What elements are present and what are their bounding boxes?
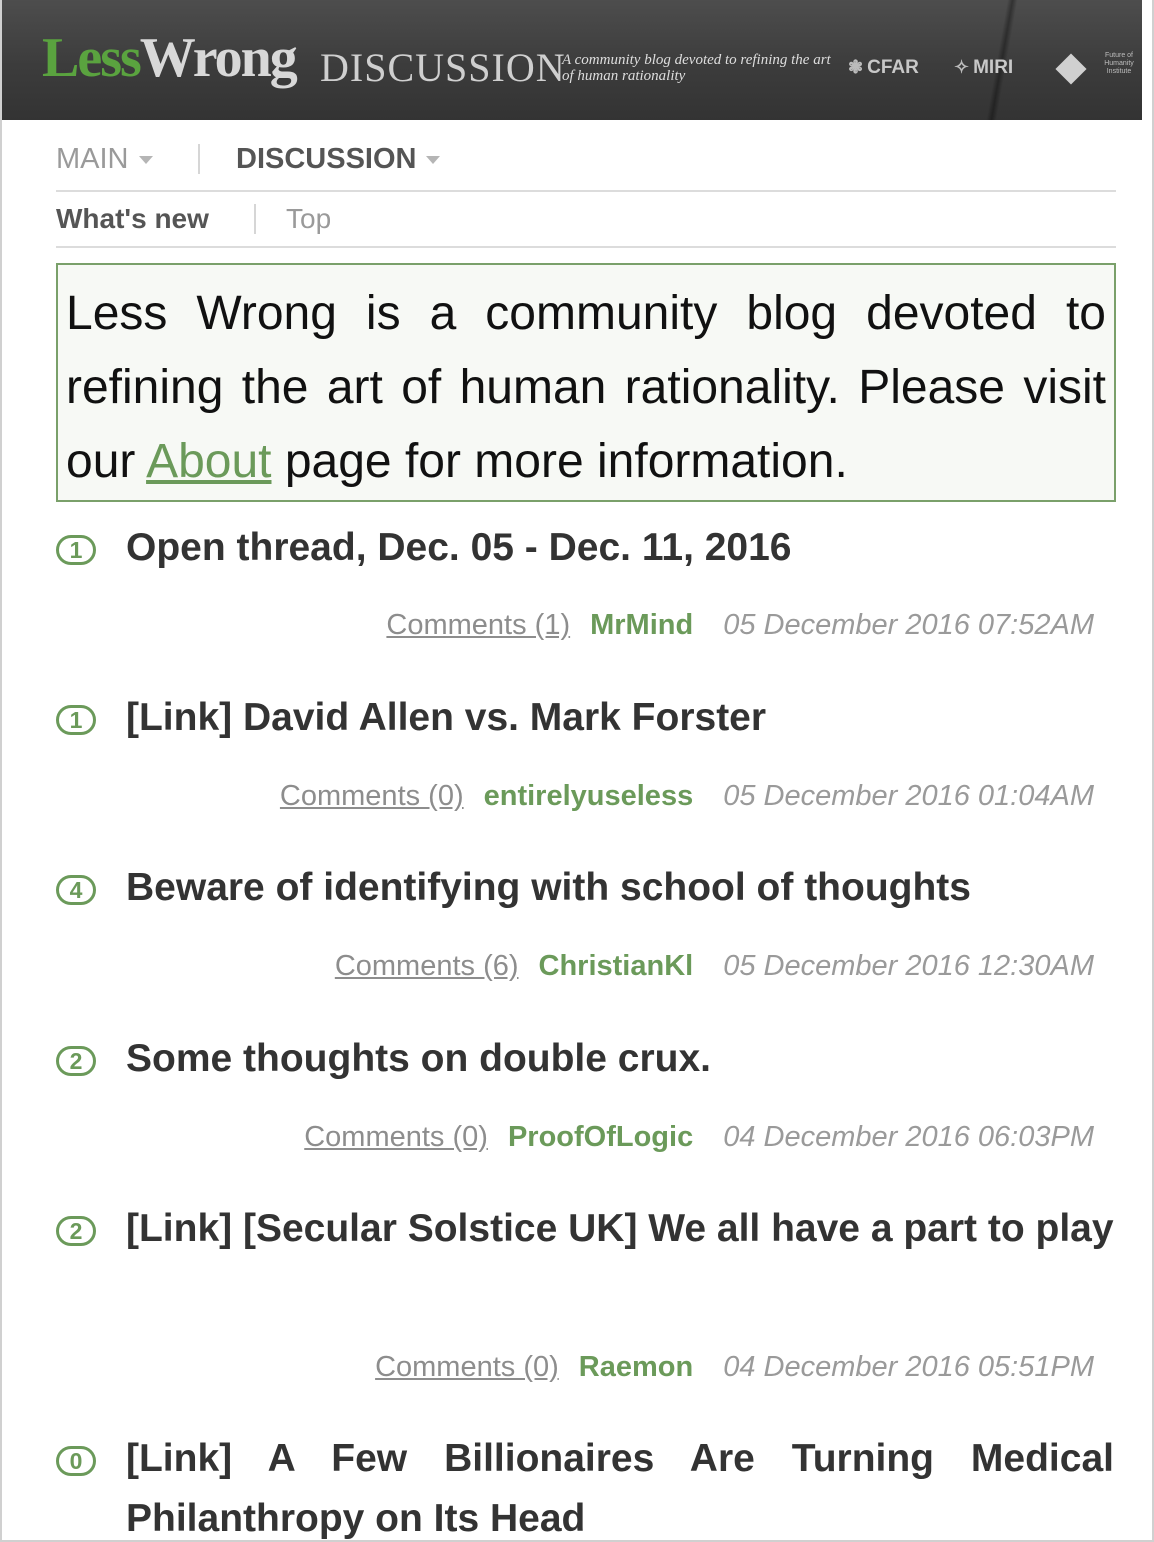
- nav-main[interactable]: MAIN: [56, 144, 153, 174]
- score-badge: 1: [56, 535, 96, 565]
- post-title[interactable]: [Link] A Few Billionaires Are Turning Me…: [126, 1429, 1114, 1542]
- logo-less: Less: [42, 27, 142, 89]
- post-date: 05 December 2016 12:30AM: [723, 950, 1094, 982]
- comments-link[interactable]: Comments (0): [304, 1121, 488, 1153]
- site-tagline: A community blog devoted to refining the…: [562, 52, 831, 84]
- nav-main-label: MAIN: [56, 143, 129, 175]
- post-item: 2 [Link] [Secular Solstice UK] We all ha…: [56, 1199, 1116, 1399]
- post-item: 2 Some thoughts on double crux. Comments…: [56, 1029, 1116, 1159]
- nav-discussion-label: DISCUSSION: [236, 143, 417, 175]
- post-title[interactable]: [Link] David Allen vs. Mark Forster: [126, 688, 1114, 748]
- comments-link[interactable]: Comments (6): [335, 950, 519, 982]
- author-link[interactable]: MrMind: [590, 609, 693, 641]
- primary-nav: MAIN DISCUSSION: [56, 140, 1116, 192]
- post-meta: Comments (1) MrMind 05 December 2016 07:52…: [386, 610, 1094, 640]
- chevron-down-icon: [138, 156, 153, 165]
- author-link[interactable]: ProofOfLogic: [508, 1121, 693, 1153]
- post-item: 4 Beware of identifying with school of t…: [56, 858, 1116, 988]
- comments-link[interactable]: Comments (0): [280, 780, 464, 812]
- score-badge: 4: [56, 875, 96, 905]
- post-date: 04 December 2016 06:03PM: [723, 1121, 1094, 1153]
- fhi-link[interactable]: Future of Humanity Institute: [1054, 50, 1142, 90]
- site-logo[interactable]: LessWrong: [42, 27, 298, 89]
- post-title[interactable]: [Link] [Secular Solstice UK] We all have…: [126, 1199, 1114, 1259]
- score-badge: 1: [56, 705, 96, 735]
- nav-discussion[interactable]: DISCUSSION: [236, 143, 441, 175]
- cfar-link[interactable]: ❃ CFAR: [848, 58, 919, 77]
- score-badge: 0: [56, 1446, 96, 1476]
- section-title: DISCUSSION: [320, 45, 566, 90]
- comments-link[interactable]: Comments (0): [375, 1351, 559, 1383]
- author-link[interactable]: entirelyuseless: [484, 780, 694, 812]
- post-meta: Comments (0) ProofOfLogic 04 December 2016…: [304, 1122, 1094, 1152]
- post-date: 05 December 2016 07:52AM: [723, 609, 1094, 641]
- fhi-diamond-icon: [1055, 53, 1087, 85]
- intro-box: Less Wrong is a community blog devoted t…: [56, 263, 1116, 502]
- intro-text-after: page for more information.: [271, 435, 848, 488]
- secondary-nav: What's new Top: [56, 190, 1116, 248]
- miri-icon: ✧: [954, 57, 970, 77]
- site-header: LessWrong DISCUSSION A community blog de…: [2, 0, 1142, 120]
- miri-label: MIRI: [973, 57, 1014, 78]
- post-title[interactable]: Open thread, Dec. 05 - Dec. 11, 2016: [126, 518, 1114, 578]
- nav-divider: [254, 204, 256, 234]
- post-date: 05 December 2016 01:04AM: [723, 780, 1094, 812]
- post-meta: Comments (6) ChristianKl 05 December 2016 …: [335, 951, 1094, 981]
- post-item: 1 Open thread, Dec. 05 - Dec. 11, 2016 C…: [56, 518, 1116, 648]
- score-badge: 2: [56, 1046, 96, 1076]
- about-link[interactable]: About: [146, 435, 271, 488]
- post-item: 0 [Link] A Few Billionaires Are Turning …: [56, 1429, 1116, 1542]
- cfar-label: CFAR: [867, 57, 919, 78]
- nav-divider: [198, 144, 200, 174]
- post-meta: Comments (0) Raemon 04 December 2016 05:51…: [375, 1352, 1094, 1382]
- post-item: 1 [Link] David Allen vs. Mark Forster Co…: [56, 688, 1116, 818]
- post-title[interactable]: Some thoughts on double crux.: [126, 1029, 1114, 1089]
- post-meta: Comments (0) entirelyuseless 05 December 2…: [280, 781, 1094, 811]
- score-badge: 2: [56, 1216, 96, 1246]
- post-title[interactable]: Beware of identifying with school of tho…: [126, 858, 1114, 918]
- author-link[interactable]: Raemon: [579, 1351, 693, 1383]
- miri-link[interactable]: ✧ MIRI: [954, 58, 1013, 77]
- logo-wrong: Wrong: [139, 27, 298, 89]
- comments-link[interactable]: Comments (1): [386, 609, 570, 641]
- tab-whats-new[interactable]: What's new: [56, 204, 209, 234]
- tab-top[interactable]: Top: [286, 204, 331, 234]
- intro-text: Less Wrong is a community blog devoted t…: [66, 277, 1106, 499]
- author-link[interactable]: ChristianKl: [539, 950, 694, 982]
- cfar-icon: ❃: [848, 57, 864, 77]
- post-date: 04 December 2016 05:51PM: [723, 1351, 1094, 1383]
- fhi-label: Future of Humanity Institute: [1104, 52, 1134, 75]
- chevron-down-icon: [426, 156, 441, 165]
